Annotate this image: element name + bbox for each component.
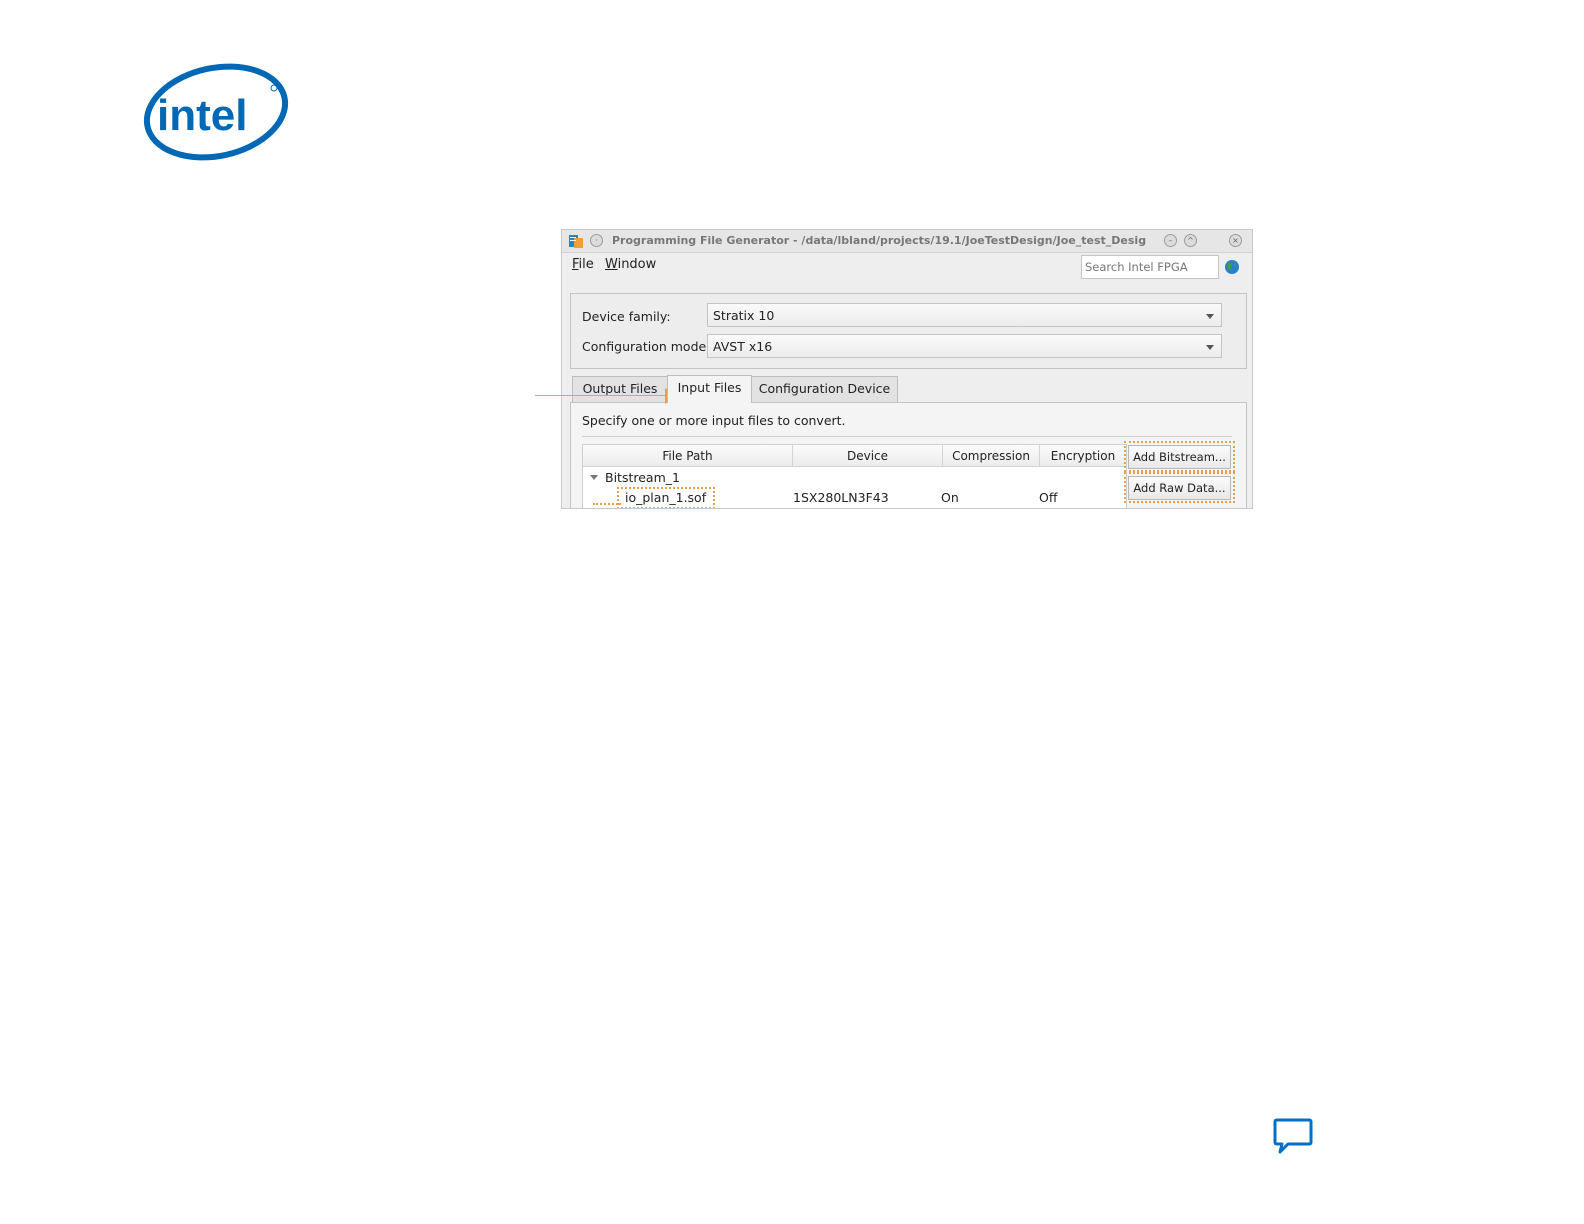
device-settings-group: Device family: Stratix 10 Configuration …: [570, 293, 1247, 369]
input-files-table: File Path Device Compression Encryption …: [582, 444, 1127, 508]
configuration-mode-value: AVST x16: [713, 339, 773, 354]
intel-logo: intel: [143, 63, 289, 161]
expand-arrow-icon[interactable]: [590, 475, 598, 480]
window-menu-icon[interactable]: ·: [590, 234, 603, 247]
tab-input-files[interactable]: Input Files: [667, 375, 752, 403]
programming-file-generator-icon: [569, 235, 583, 248]
speech-bubble-icon[interactable]: [1272, 1117, 1314, 1157]
input-files-hint: Specify one or more input files to conve…: [582, 413, 846, 428]
device-family-select[interactable]: Stratix 10: [707, 303, 1222, 327]
configuration-mode-select[interactable]: AVST x16: [707, 334, 1222, 358]
search-input[interactable]: [1081, 255, 1219, 279]
callout-arrow-line: [535, 395, 665, 396]
programming-file-generator-window: · Programming File Generator - /data/lbl…: [561, 229, 1253, 509]
svg-text:intel: intel: [157, 91, 247, 140]
close-icon[interactable]: ×: [1229, 234, 1242, 247]
window-title: Programming File Generator - /data/lblan…: [612, 234, 1147, 247]
input-files-panel: Specify one or more input files to conve…: [570, 402, 1247, 508]
highlight-box: [617, 487, 715, 508]
menu-file[interactable]: File: [572, 257, 594, 272]
bitstream-group[interactable]: Bitstream_1: [605, 470, 680, 485]
device-family-value: Stratix 10: [713, 308, 775, 323]
row-compression: On: [941, 490, 959, 505]
column-header-compression[interactable]: Compression: [943, 445, 1040, 467]
column-header-device[interactable]: Device: [793, 445, 943, 467]
highlight-box: [1124, 441, 1235, 472]
globe-icon[interactable]: [1224, 259, 1240, 275]
minimize-icon[interactable]: –: [1164, 234, 1177, 247]
highlight-box: [593, 503, 621, 508]
column-header-file-path[interactable]: File Path: [583, 445, 793, 467]
tab-output-files[interactable]: Output Files: [572, 376, 668, 402]
row-encryption: Off: [1039, 490, 1058, 505]
divider: [582, 436, 1232, 437]
device-family-label: Device family:: [582, 309, 671, 324]
chevron-down-icon: [1206, 314, 1214, 319]
chevron-down-icon: [1206, 345, 1214, 350]
configuration-mode-label: Configuration mode:: [582, 339, 711, 354]
maximize-icon[interactable]: ^: [1184, 234, 1197, 247]
column-header-encryption[interactable]: Encryption: [1040, 445, 1126, 467]
tab-configuration-device[interactable]: Configuration Device: [751, 376, 898, 402]
highlight-box: [1124, 472, 1235, 503]
title-bar: · Programming File Generator - /data/lbl…: [562, 230, 1252, 253]
menu-window[interactable]: Window: [605, 257, 656, 272]
row-device: 1SX280LN3F43: [793, 490, 889, 505]
